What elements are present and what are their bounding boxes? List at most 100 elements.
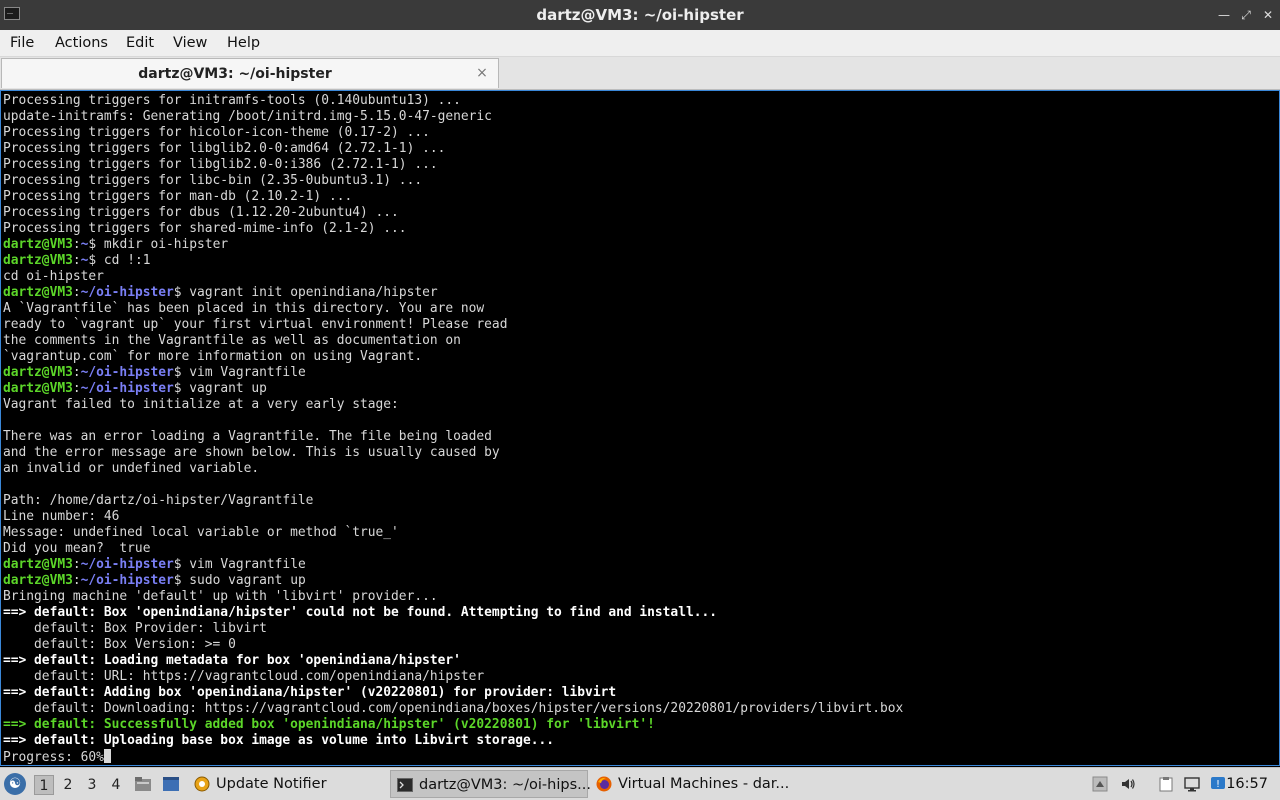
menubar: File Actions Edit View Help bbox=[0, 30, 1280, 57]
svg-text:!: ! bbox=[1216, 779, 1220, 790]
terminal-lines: Processing triggers for initramfs-tools … bbox=[3, 93, 1277, 765]
minimize-icon[interactable]: — bbox=[1216, 7, 1232, 23]
tray-triangle-icon[interactable] bbox=[1092, 776, 1108, 792]
network-icon[interactable] bbox=[1184, 776, 1200, 792]
terminal-text: Processing triggers for initramfs-tools … bbox=[3, 93, 461, 108]
tab-bar: dartz@VM3: ~/oi-hipster × bbox=[0, 57, 1280, 90]
workspace-1[interactable]: 1 bbox=[34, 775, 54, 795]
terminal-line: Processing triggers for dbus (1.12.20-2u… bbox=[3, 205, 1277, 221]
terminal-text: Processing triggers for man-db (2.10.2-1… bbox=[3, 189, 353, 204]
tab-label: dartz@VM3: ~/oi-hipster bbox=[138, 66, 332, 82]
terminal-text: cd oi-hipster bbox=[3, 269, 104, 284]
prompt-separator: : bbox=[72, 557, 81, 572]
terminal-text: default: Box Provider: libvirt bbox=[3, 621, 267, 636]
terminal-line: Processing triggers for libglib2.0-0:i38… bbox=[3, 157, 1277, 173]
terminal-text: and the error message are shown below. T… bbox=[3, 445, 500, 460]
show-desktop-icon[interactable] bbox=[162, 776, 180, 792]
terminal-text: Vagrant failed to initialize at a very e… bbox=[3, 397, 399, 412]
prompt-path: ~/oi-hipster bbox=[80, 381, 174, 396]
terminal-line: Vagrant failed to initialize at a very e… bbox=[3, 397, 1277, 413]
terminal-line: update-initramfs: Generating /boot/initr… bbox=[3, 109, 1277, 125]
terminal-line: Processing triggers for libglib2.0-0:amd… bbox=[3, 141, 1277, 157]
prompt-path: ~/oi-hipster bbox=[80, 365, 174, 380]
terminal-line: Processing triggers for initramfs-tools … bbox=[3, 93, 1277, 109]
prompt-symbol: $ bbox=[173, 365, 190, 380]
terminal-output[interactable]: Processing triggers for initramfs-tools … bbox=[0, 90, 1280, 766]
workspace-2[interactable]: 2 bbox=[58, 775, 78, 795]
prompt-user: dartz@VM3 bbox=[3, 237, 73, 252]
terminal-text: Path: /home/dartz/oi-hipster/Vagrantfile bbox=[3, 493, 314, 508]
workspace-3[interactable]: 3 bbox=[82, 775, 102, 795]
menu-view[interactable]: View bbox=[173, 30, 207, 56]
update-notifier-icon bbox=[194, 776, 210, 792]
prompt-path: ~/oi-hipster bbox=[80, 557, 174, 572]
terminal-text: Line number: 46 bbox=[3, 509, 120, 524]
tab-terminal[interactable]: dartz@VM3: ~/oi-hipster × bbox=[1, 58, 499, 88]
terminal-line: Progress: 60% bbox=[3, 749, 1277, 765]
task-update-notifier[interactable]: Update Notifier bbox=[194, 770, 382, 798]
terminal-text: A `Vagrantfile` has been placed in this … bbox=[3, 301, 485, 316]
prompt-user: dartz@VM3 bbox=[3, 557, 73, 572]
prompt-separator: : bbox=[72, 237, 81, 252]
terminal-line: default: URL: https://vagrantcloud.com/o… bbox=[3, 669, 1277, 685]
terminal-text: There was an error loading a Vagrantfile… bbox=[3, 429, 492, 444]
terminal-text: an invalid or undefined variable. bbox=[3, 461, 260, 476]
clock[interactable]: 16:57 bbox=[1226, 768, 1268, 800]
task-terminal[interactable]: dartz@VM3: ~/oi-hips... bbox=[390, 770, 591, 798]
prompt-command: vagrant up bbox=[189, 381, 267, 396]
prompt-separator: : bbox=[72, 253, 81, 268]
terminal-line: Line number: 46 bbox=[3, 509, 1277, 525]
terminal-line: ==> default: Uploading base box image as… bbox=[3, 733, 1277, 749]
prompt-separator: : bbox=[72, 573, 81, 588]
terminal-line: Processing triggers for libc-bin (2.35-0… bbox=[3, 173, 1277, 189]
close-icon[interactable]: ✕ bbox=[1260, 7, 1276, 23]
terminal-text: Processing triggers for shared-mime-info… bbox=[3, 221, 407, 236]
terminal-line: Did you mean? true bbox=[3, 541, 1277, 557]
terminal-text: the comments in the Vagrantfile as well … bbox=[3, 333, 461, 348]
terminal-line: Processing triggers for man-db (2.10.2-1… bbox=[3, 189, 1277, 205]
volume-icon[interactable] bbox=[1120, 776, 1136, 792]
terminal-line: ready to `vagrant up` your first virtual… bbox=[3, 317, 1277, 333]
terminal-line: dartz@VM3:~$ mkdir oi-hipster bbox=[3, 237, 1277, 253]
terminal-text: ==> default: Box 'openindiana/hipster' c… bbox=[3, 605, 717, 620]
prompt-command: mkdir oi-hipster bbox=[103, 237, 229, 252]
terminal-line: ==> default: Successfully added box 'ope… bbox=[3, 717, 1277, 733]
clipboard-icon[interactable] bbox=[1158, 776, 1174, 792]
task-label: Virtual Machines - dar... bbox=[618, 776, 790, 792]
terminal-text: update-initramfs: Generating /boot/initr… bbox=[3, 109, 492, 124]
terminal-line: Path: /home/dartz/oi-hipster/Vagrantfile bbox=[3, 493, 1277, 509]
terminal-line: an invalid or undefined variable. bbox=[3, 461, 1277, 477]
prompt-separator: : bbox=[72, 381, 81, 396]
file-manager-icon[interactable] bbox=[134, 776, 152, 792]
taskbar: ☯ 1 2 3 4 Update Notifier dartz@VM3: ~/o… bbox=[0, 767, 1280, 800]
task-firefox[interactable]: Virtual Machines - dar... bbox=[596, 770, 790, 798]
maximize-icon[interactable]: ⤢ bbox=[1238, 7, 1254, 23]
prompt-user: dartz@VM3 bbox=[3, 285, 73, 300]
terminal-line: Processing triggers for shared-mime-info… bbox=[3, 221, 1277, 237]
start-menu-icon[interactable]: ☯ bbox=[4, 773, 26, 795]
workspace-4[interactable]: 4 bbox=[106, 775, 126, 795]
terminal-icon bbox=[397, 778, 413, 792]
menu-edit[interactable]: Edit bbox=[126, 30, 154, 56]
terminal-line: cd oi-hipster bbox=[3, 269, 1277, 285]
tab-close-icon[interactable]: × bbox=[474, 65, 490, 81]
prompt-user: dartz@VM3 bbox=[3, 365, 73, 380]
menu-help[interactable]: Help bbox=[227, 30, 260, 56]
prompt-command: cd !:1 bbox=[103, 253, 151, 268]
window-titlebar[interactable]: dartz@VM3: ~/oi-hipster — ⤢ ✕ bbox=[0, 0, 1280, 30]
terminal-line: ==> default: Box 'openindiana/hipster' c… bbox=[3, 605, 1277, 621]
terminal-text: Processing triggers for libglib2.0-0:i38… bbox=[3, 157, 438, 172]
menu-file[interactable]: File bbox=[10, 30, 34, 56]
terminal-line: default: Box Provider: libvirt bbox=[3, 621, 1277, 637]
terminal-text: Did you mean? true bbox=[3, 541, 151, 556]
terminal-line: dartz@VM3:~/oi-hipster$ vim Vagrantfile bbox=[3, 365, 1277, 381]
notification-icon[interactable]: ! bbox=[1210, 776, 1226, 792]
window-title: dartz@VM3: ~/oi-hipster bbox=[536, 6, 744, 24]
prompt-command: vim Vagrantfile bbox=[189, 557, 306, 572]
terminal-text: ==> default: Uploading base box image as… bbox=[3, 733, 555, 748]
terminal-line: `vagrantup.com` for more information on … bbox=[3, 349, 1277, 365]
terminal-line: Bringing machine 'default' up with 'libv… bbox=[3, 589, 1277, 605]
terminal-text: default: Downloading: https://vagrantclo… bbox=[3, 701, 904, 716]
menu-actions[interactable]: Actions bbox=[55, 30, 108, 56]
terminal-text: ready to `vagrant up` your first virtual… bbox=[3, 317, 508, 332]
